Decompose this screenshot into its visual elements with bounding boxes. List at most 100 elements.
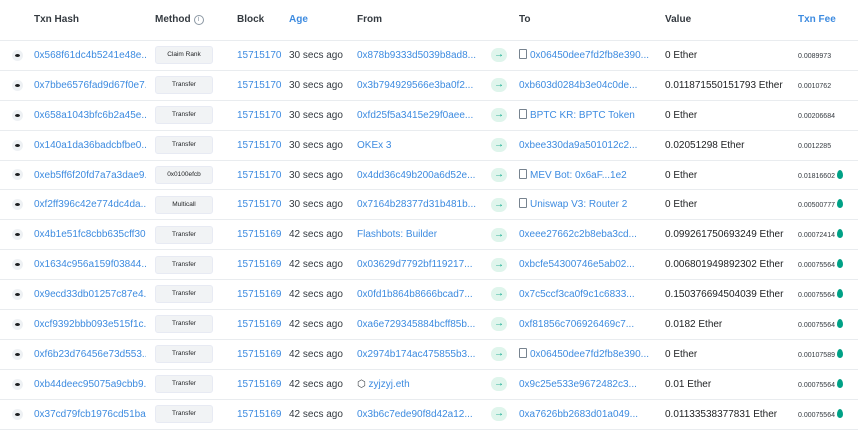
from-address-link[interactable]: 0xfd25f5a3415e29f0aee... (357, 101, 487, 130)
to-address-link[interactable]: 0x06450dee7fd2fb8e390... (519, 340, 655, 369)
txn-fee-text: 0.00206684 (798, 112, 835, 120)
gas-flame-icon (836, 408, 843, 418)
block-link[interactable]: 15715170 (237, 190, 285, 219)
from-address-link[interactable]: Flashbots: Builder (357, 220, 487, 249)
method-badge: Transfer (155, 255, 213, 274)
eye-icon[interactable] (11, 109, 23, 121)
to-address-link[interactable]: 0xbee330da9a501012c2... (519, 131, 655, 160)
arrow-right-icon: → (491, 377, 507, 392)
txn-hash-link[interactable]: 0x9ecd33db01257c87e4... (34, 280, 146, 309)
from-address-link[interactable]: 0xa6e729345884bcff85b... (357, 310, 487, 339)
txn-hash-link[interactable]: 0x1634c956a159f03844... (34, 250, 146, 279)
txn-hash-link[interactable]: 0x568f61dc4b5241e48e... (34, 41, 146, 70)
from-address-link[interactable]: 0x4dd36c49b200a6d52e... (357, 161, 487, 190)
to-address-text: MEV Bot: 0x6aF...1e2 (530, 169, 627, 181)
header-age-toggle[interactable]: Age (289, 0, 351, 40)
preview-cell (8, 71, 26, 100)
eye-icon[interactable] (11, 318, 23, 330)
eye-icon[interactable] (11, 259, 23, 271)
block-link[interactable]: 15715169 (237, 250, 285, 279)
block-link[interactable]: 15715169 (237, 400, 285, 429)
to-address-link[interactable]: 0xf81856c706926469c7... (519, 310, 655, 339)
txn-hash-link[interactable]: 0x658a1043bfc6b2a45e... (34, 101, 146, 130)
txn-hash-link[interactable]: 0xcf9392bbb093e515f1c... (34, 310, 146, 339)
eye-icon[interactable] (11, 169, 23, 181)
preview-cell (8, 370, 26, 399)
to-address-text: 0xeee27662c2b8eba3cd... (519, 229, 637, 241)
value-text: 0.099261750693249 Ether (665, 229, 784, 241)
to-address-link[interactable]: 0xb603d0284b3e04c0de... (519, 71, 655, 100)
preview-cell (8, 220, 26, 249)
direction-cell: → (491, 250, 511, 279)
to-address-link[interactable]: 0xa7626bb2683d01a049... (519, 400, 655, 429)
txn-hash-link[interactable]: 0xf2ff396c42e774dc4da... (34, 190, 146, 219)
to-address-link[interactable]: 0x9c25e533e9672482c3... (519, 370, 655, 399)
eye-icon[interactable] (11, 229, 23, 241)
block-link[interactable]: 15715170 (237, 101, 285, 130)
block-link[interactable]: 15715169 (237, 220, 285, 249)
table-header: Txn Hash Method i Block Age From To Value… (0, 0, 858, 41)
txn-hash-link[interactable]: 0xf6b23d76456e73d553... (34, 340, 146, 369)
block-link[interactable]: 15715169 (237, 310, 285, 339)
eye-icon[interactable] (11, 139, 23, 151)
from-address-link[interactable]: 0x3b6c7ede90f8d42a12... (357, 400, 487, 429)
header-to: To (519, 14, 531, 25)
method-cell: Transfer (155, 71, 230, 100)
txn-hash-link[interactable]: 0xeb5ff6f20fd7a7a3dae9... (34, 161, 146, 190)
to-address-link[interactable]: 0xbcfe54300746e5ab02... (519, 250, 655, 279)
contract-icon (519, 198, 527, 209)
block-link[interactable]: 15715170 (237, 71, 285, 100)
from-address-link[interactable]: 0x3b794929566e3ba0f2... (357, 71, 487, 100)
to-address-text: 0xbee330da9a501012c2... (519, 139, 638, 151)
to-address-link[interactable]: 0xeee27662c2b8eba3cd... (519, 220, 655, 249)
block-link[interactable]: 15715170 (237, 41, 285, 70)
txn-fee-cell: 0.00075564 (798, 370, 854, 400)
from-address-link[interactable]: 0x0fd1b864b8666bcad7... (357, 280, 487, 309)
table-row: 0x568f61dc4b5241e48e... Claim Rank 1571517… (0, 41, 858, 71)
from-address-link[interactable]: 0x7164b28377d31b481b... (357, 190, 487, 219)
block-link[interactable]: 15715170 (237, 161, 285, 190)
eye-icon[interactable] (11, 49, 23, 61)
age-text: 30 secs ago (289, 109, 343, 121)
eye-icon[interactable] (11, 348, 23, 360)
header-txn-fee-toggle[interactable]: Txn Fee (798, 0, 854, 40)
eye-icon[interactable] (11, 378, 23, 390)
block-link[interactable]: 15715169 (237, 340, 285, 369)
method-cell: Transfer (155, 400, 230, 429)
to-address-link[interactable]: MEV Bot: 0x6aF...1e2 (519, 161, 655, 190)
txn-hash-link[interactable]: 0xb44deec95075a9cbb9... (34, 370, 146, 399)
block-link[interactable]: 15715169 (237, 280, 285, 309)
from-address-link[interactable]: 0x878b9333d5039b8ad8... (357, 41, 487, 70)
eye-icon[interactable] (11, 199, 23, 211)
info-icon[interactable]: i (193, 15, 204, 25)
age-text: 42 secs ago (289, 408, 343, 420)
txn-hash-link[interactable]: 0x37cd79fcb1976cd51ba... (34, 400, 146, 429)
to-address-text: 0xf81856c706926469c7... (519, 319, 635, 331)
block-link[interactable]: 15715170 (237, 131, 285, 160)
value-text: 0.006801949892302 Ether (665, 259, 784, 271)
eye-icon[interactable] (11, 288, 23, 300)
to-address-link[interactable]: BPTC KR: BPTC Token (519, 101, 655, 130)
to-address-text: 0x06450dee7fd2fb8e390... (530, 348, 649, 360)
to-address-text: BPTC KR: BPTC Token (530, 109, 635, 121)
to-address-link[interactable]: 0x7c5ccf3ca0f9c1c6833... (519, 280, 655, 309)
direction-cell: → (491, 370, 511, 399)
from-address-link[interactable]: ⬡︎ zyjzyj.eth (357, 370, 487, 399)
eye-icon[interactable] (11, 408, 23, 420)
block-link[interactable]: 15715169 (237, 370, 285, 399)
from-address-link[interactable]: 0x2974b174ac475855b3... (357, 340, 487, 369)
txn-hash-link[interactable]: 0x4b1e51fc8cbb635cff30... (34, 220, 146, 249)
contract-icon (519, 347, 527, 358)
eye-icon[interactable] (11, 79, 23, 91)
txn-hash-link[interactable]: 0x140a1da36badcbfbe0... (34, 131, 146, 160)
to-address-link[interactable]: Uniswap V3: Router 2 (519, 190, 655, 219)
txn-fee-text: 0.00075564 (798, 411, 835, 419)
from-address-link[interactable]: OKEx 3 (357, 131, 487, 160)
from-address-link[interactable]: 0x03629d7792bf119217... (357, 250, 487, 279)
to-address-link[interactable]: 0x06450dee7fd2fb8e390... (519, 41, 655, 70)
contract-icon (519, 49, 527, 59)
txn-hash-link[interactable]: 0x7bbe6576fad9d67f0e7... (34, 71, 146, 100)
method-badge: Multicall (155, 195, 213, 214)
direction-cell: → (491, 71, 511, 100)
direction-cell: → (491, 190, 511, 219)
